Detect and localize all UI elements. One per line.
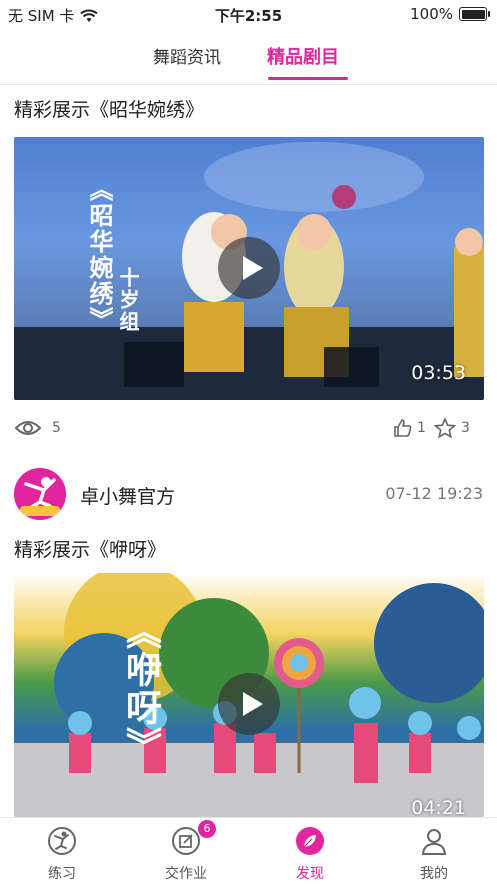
thumbs-up-icon[interactable]	[393, 418, 413, 438]
status-right: 100%	[410, 5, 490, 23]
bottom-nav: 练习 6 交作业 发现 我的	[0, 817, 497, 884]
battery-percent: 100%	[410, 5, 453, 23]
dancer-icon	[48, 827, 76, 855]
active-tab-indicator	[268, 77, 348, 80]
nav-practice[interactable]: 练习	[0, 818, 124, 884]
nav-discover[interactable]: 发现	[248, 818, 372, 884]
nav-profile[interactable]: 我的	[372, 818, 496, 884]
video-overlay-subtitle: 十岁组	[116, 267, 140, 333]
video-player[interactable]: 《昭华婉绣》 十岁组 03:53	[14, 137, 484, 400]
post-title[interactable]: 精彩展示《昭华婉绣》	[14, 95, 204, 122]
star-icon[interactable]	[434, 417, 456, 439]
homework-badge: 6	[198, 820, 216, 838]
person-icon	[421, 829, 447, 855]
top-tabs: 舞蹈资讯 精品剧目	[0, 30, 497, 85]
battery-icon	[459, 7, 490, 21]
nav-label: 我的	[420, 866, 448, 882]
like-count: 1	[417, 420, 426, 436]
avatar[interactable]	[14, 468, 66, 520]
post-title[interactable]: 精彩展示《咿呀》	[14, 535, 166, 562]
nav-homework[interactable]: 6 交作业	[124, 818, 248, 884]
view-count: 5	[52, 420, 61, 436]
author-name[interactable]: 卓小舞官方	[80, 482, 175, 509]
eye-icon	[14, 421, 42, 435]
video-overlay-title: 《昭华婉绣》	[85, 177, 113, 333]
tab-featured-programs[interactable]: 精品剧目	[267, 43, 339, 69]
nav-label: 发现	[296, 866, 324, 882]
edit-icon	[172, 827, 200, 855]
favorite-count: 3	[461, 420, 470, 436]
video-duration: 04:21	[411, 797, 466, 817]
logo-icon	[14, 468, 66, 520]
post-time: 07-12 19:23	[385, 484, 483, 503]
leaf-icon	[296, 827, 324, 855]
status-bar: 无 SIM 卡 下午2:55 100%	[0, 0, 497, 30]
post-author-row[interactable]: 卓小舞官方 07-12 19:23	[0, 466, 497, 522]
tab-dance-news[interactable]: 舞蹈资讯	[153, 43, 221, 68]
nav-label: 交作业	[165, 866, 207, 882]
post-stats: 5 1 3	[0, 413, 497, 443]
video-player[interactable]: 《咿呀》 04:21	[14, 573, 484, 817]
play-button[interactable]	[218, 673, 280, 735]
video-duration: 03:53	[411, 362, 466, 384]
nav-label: 练习	[48, 866, 76, 882]
play-button[interactable]	[218, 237, 280, 299]
video-overlay-title: 《咿呀》	[120, 613, 161, 765]
